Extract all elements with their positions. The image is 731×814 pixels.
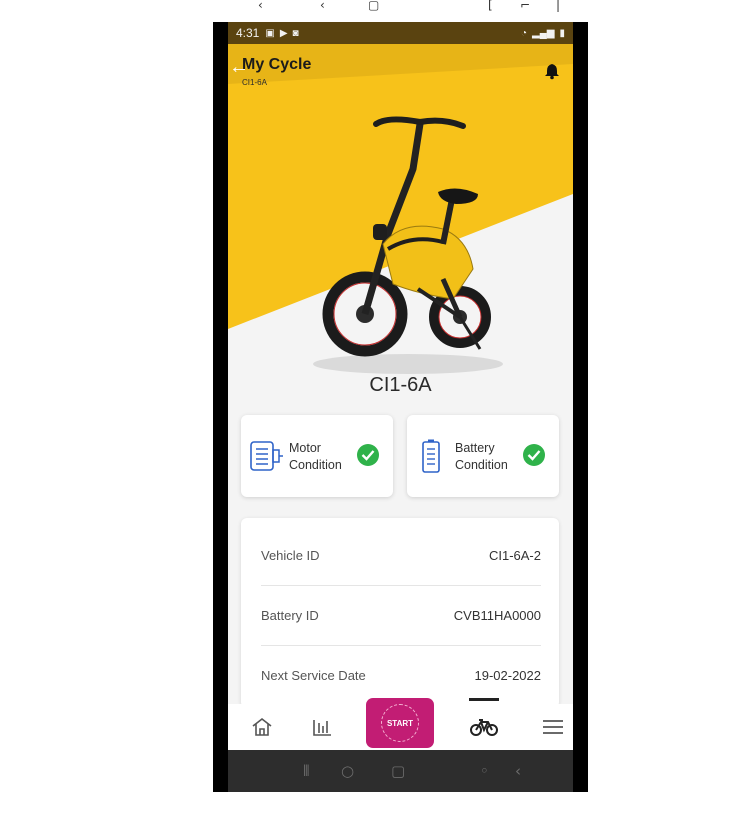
bell-icon[interactable] bbox=[543, 62, 561, 80]
status-bar: 4:31 ▣ ▶ ◙ ◔ ▂▄▆ ▮ bbox=[228, 22, 573, 44]
detail-key: Vehicle ID bbox=[261, 548, 320, 563]
detail-row-vehicle-id: Vehicle ID CI1-6A-2 bbox=[261, 526, 541, 586]
system-glyph: ◦ bbox=[480, 762, 489, 780]
top-clipped-bar: ‹ ‹ ▢ [ ⌐ | bbox=[0, 0, 731, 12]
phone-frame: 4:31 ▣ ▶ ◙ ◔ ▂▄▆ ▮ ← My Cycle CI1-6A CI1… bbox=[213, 22, 588, 792]
start-button[interactable]: START bbox=[366, 698, 434, 748]
signal-icon: ▂▄▆ bbox=[532, 27, 555, 39]
gallery-icon: ▣ bbox=[265, 27, 275, 39]
motor-icon bbox=[250, 441, 283, 471]
motor-condition-label: Motor Condition bbox=[289, 440, 342, 474]
battery-status-icon: ▮ bbox=[559, 27, 565, 39]
clipped-glyph: ▢ bbox=[368, 0, 380, 12]
detail-value: CI1-6A-2 bbox=[488, 548, 541, 563]
bicycle-icon[interactable] bbox=[464, 710, 504, 744]
battery-label-line2: Condition bbox=[455, 458, 508, 472]
recent-apps-icon[interactable]: ⦀ bbox=[303, 762, 310, 780]
page-subtitle: CI1-6A bbox=[242, 78, 267, 87]
battery-icon bbox=[422, 439, 440, 473]
vehicle-details-card: Vehicle ID CI1-6A-2 Battery ID CVB11HA00… bbox=[241, 518, 559, 708]
battery-condition-label: Battery Condition bbox=[455, 440, 508, 474]
detail-key: Next Service Date bbox=[261, 668, 366, 683]
battery-label-line1: Battery bbox=[455, 441, 495, 455]
check-icon bbox=[523, 444, 545, 466]
system-navigation-bar: ⦀ ○ ▢ ◦ ‹ bbox=[228, 750, 573, 792]
detail-row-next-service: Next Service Date 19-02-2022 bbox=[261, 646, 541, 706]
detail-value: CVB11HA0000 bbox=[453, 608, 541, 623]
notification-icon: ◙ bbox=[292, 27, 299, 39]
back-system-icon[interactable]: ‹ bbox=[515, 762, 521, 780]
detail-value: 19-02-2022 bbox=[474, 668, 542, 683]
page-title: My Cycle bbox=[242, 56, 312, 73]
home-icon[interactable] bbox=[242, 710, 282, 744]
system-glyph: ○ bbox=[341, 762, 355, 780]
motor-label-line1: Motor bbox=[289, 441, 321, 455]
detail-key: Battery ID bbox=[261, 608, 319, 623]
detail-row-battery-id: Battery ID CVB11HA0000 bbox=[261, 586, 541, 646]
start-label: START bbox=[381, 704, 419, 742]
hero-art bbox=[228, 44, 573, 379]
motor-condition-card[interactable]: Motor Condition bbox=[241, 415, 393, 497]
stats-icon[interactable] bbox=[302, 710, 342, 744]
clipped-glyph: ‹ bbox=[258, 0, 263, 12]
clipped-glyph: [ bbox=[488, 0, 493, 12]
app-bar: ← My Cycle CI1-6A bbox=[228, 52, 573, 92]
clipped-glyph: | bbox=[556, 0, 561, 12]
battery-condition-card[interactable]: Battery Condition bbox=[407, 415, 559, 497]
clipped-glyph: ‹ bbox=[320, 0, 325, 12]
wifi-icon: ◔ bbox=[520, 27, 528, 39]
app-screen: 4:31 ▣ ▶ ◙ ◔ ▂▄▆ ▮ ← My Cycle CI1-6A CI1… bbox=[228, 22, 573, 792]
motor-label-line2: Condition bbox=[289, 458, 342, 472]
cycle-model-name: CI1-6A bbox=[369, 374, 432, 396]
active-tab-indicator bbox=[469, 698, 499, 701]
clipped-glyph: ⌐ bbox=[520, 0, 531, 12]
menu-icon[interactable] bbox=[533, 710, 573, 744]
home-system-icon[interactable]: ▢ bbox=[391, 762, 405, 780]
check-icon bbox=[357, 444, 379, 466]
play-icon: ▶ bbox=[279, 27, 288, 39]
status-time: 4:31 bbox=[236, 26, 260, 40]
hero-banner bbox=[228, 44, 573, 379]
